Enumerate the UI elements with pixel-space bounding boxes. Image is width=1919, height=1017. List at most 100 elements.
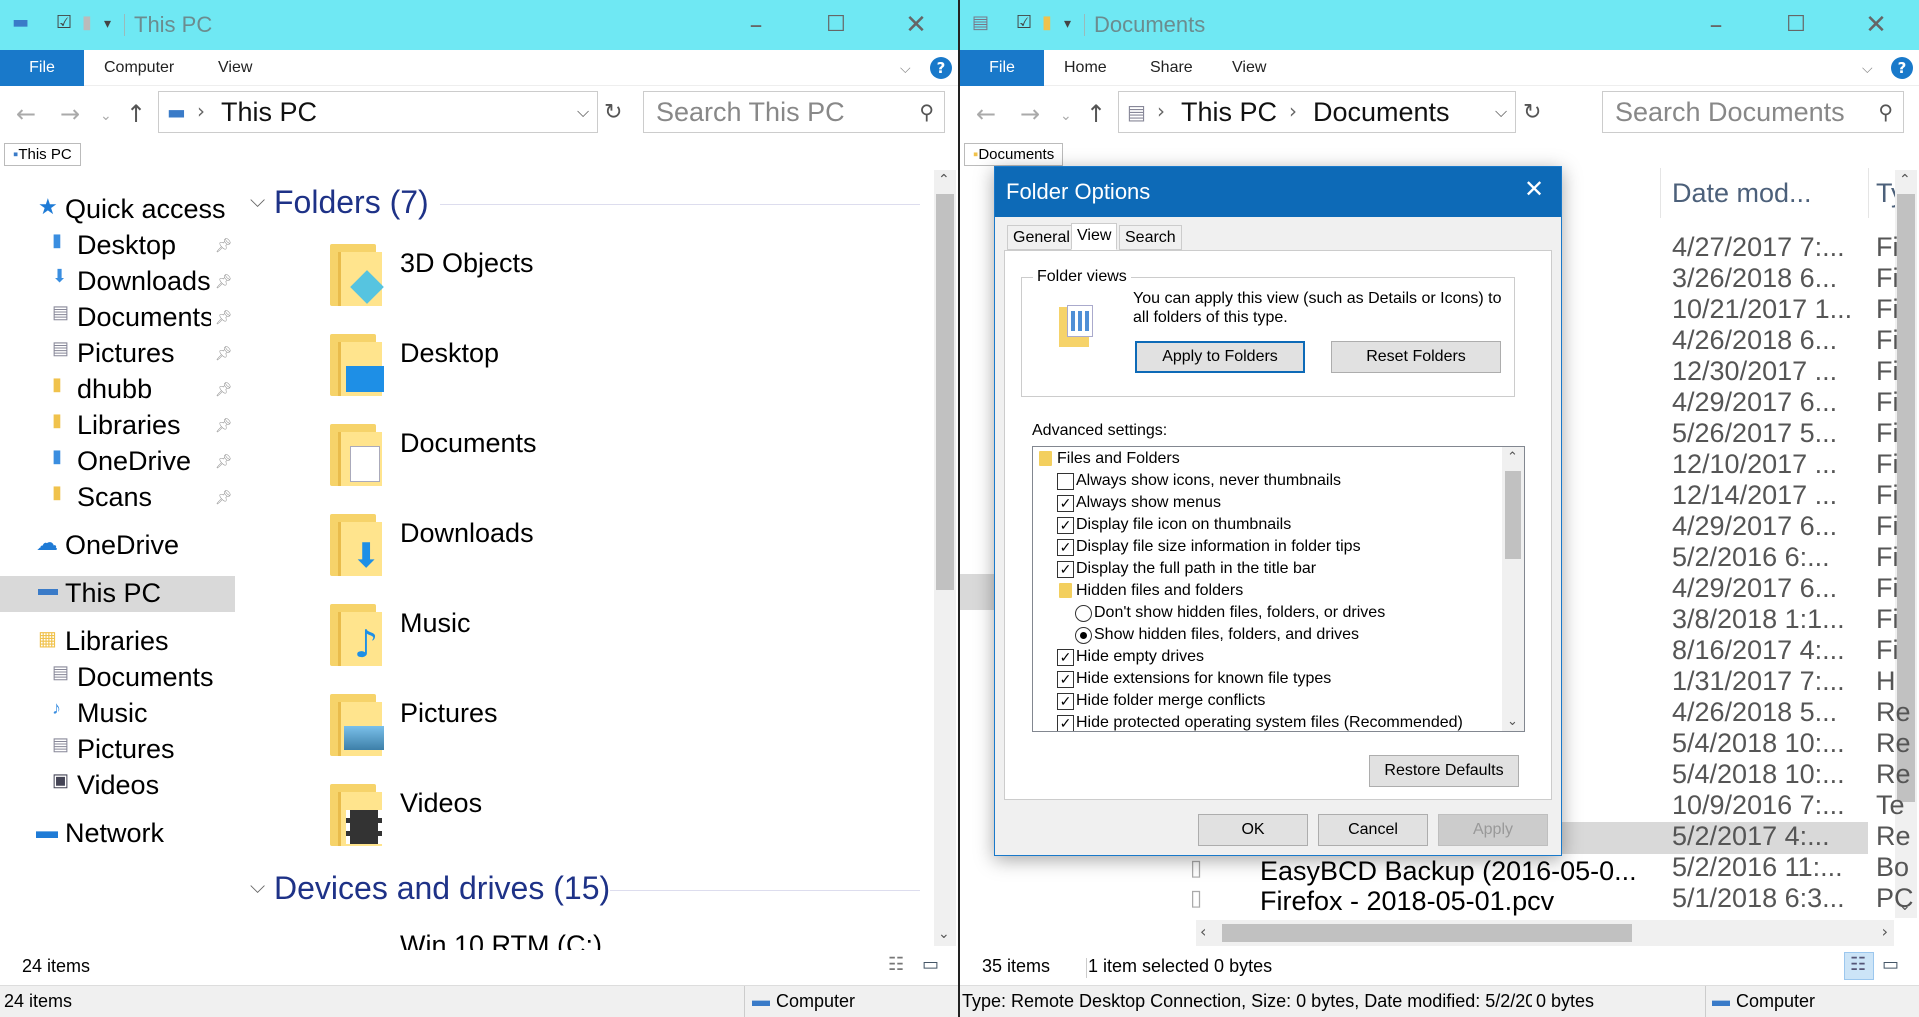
maximize-button[interactable]: ☐ [806,6,866,44]
file-easybcd-backup[interactable]: EasyBCD Backup (2016-05-0... [1260,856,1637,887]
scroll-down-icon[interactable]: ⌄ [938,926,950,942]
advanced-settings-tree[interactable]: ✓ Hide protected operating system files (… [1032,446,1525,732]
setting-row[interactable]: Hidden files and folders [1033,580,1503,602]
tab-general[interactable]: General [1007,225,1076,250]
collapse-group-icon[interactable]: ⌵ [250,874,265,898]
tab-view[interactable]: View [1071,223,1118,250]
expand-ribbon-icon[interactable]: ⌵ [1862,50,1873,86]
apply-to-folders-button[interactable]: Apply to Folders [1135,341,1305,373]
drive-c-label[interactable]: Win 10 RTM (C:) [400,930,602,950]
folder-videos[interactable]: Videos [400,788,482,819]
scroll-right-icon[interactable]: › [1882,922,1888,941]
up-icon[interactable]: ↑ [126,100,146,128]
folder-pictures[interactable]: Pictures [400,698,498,729]
h-scroll-thumb[interactable] [1222,924,1632,942]
tree-scroll-thumb[interactable] [1505,471,1521,559]
address-bar[interactable]: ▬ › This PC ⌵ [158,91,598,133]
setting-row[interactable]: ✓ Hide extensions for known file types [1033,668,1503,690]
checkbox-unchecked[interactable] [1057,473,1074,490]
setting-row[interactable]: Show hidden files, folders, and drives [1033,624,1503,646]
breadcrumb-tab[interactable]: ▪This PC [4,143,81,166]
refresh-icon[interactable]: ↻ [604,100,622,125]
forward-icon[interactable]: → [60,100,80,128]
tab-view[interactable]: View [1232,50,1266,86]
chevron-right-icon[interactable]: › [1157,99,1165,123]
devices-group-header[interactable]: Devices and drives (15) [274,870,610,907]
chevron-right-icon[interactable]: › [1289,99,1297,123]
details-view-icon[interactable]: ☷ [888,954,904,975]
setting-row[interactable]: ✓ Display file icon on thumbnails [1033,514,1503,536]
radio-unselected[interactable] [1075,605,1092,622]
setting-row[interactable]: Don't show hidden files, folders, or dri… [1033,602,1503,624]
tab-view[interactable]: View [218,50,252,86]
search-input[interactable]: Search Documents ⚲ [1602,91,1904,133]
minimize-button[interactable]: – [1686,6,1746,44]
tab-share[interactable]: Share [1150,50,1193,86]
folder-desktop[interactable]: Desktop [400,338,499,369]
help-icon[interactable]: ? [1891,57,1913,79]
forward-icon[interactable]: → [1020,100,1040,128]
address-dropdown-icon[interactable]: ⌵ [577,102,589,122]
reset-folders-button[interactable]: Reset Folders [1331,341,1501,373]
search-input[interactable]: Search This PC ⚲ [643,91,945,133]
checkbox-checked[interactable]: ✓ [1057,693,1074,710]
horizontal-scrollbar[interactable]: ‹ › [1196,920,1894,946]
setting-row[interactable]: ✓ Display the full path in the title bar [1033,558,1503,580]
chevron-right-icon[interactable]: › [197,99,205,123]
checkbox-checked[interactable]: ✓ [1057,517,1074,534]
checkbox-checked[interactable]: ✓ [1057,495,1074,512]
address-dropdown-icon[interactable]: ⌵ [1495,102,1507,122]
up-icon[interactable]: ↑ [1086,100,1106,128]
downloads-folder-icon[interactable]: ⬇ [328,514,386,576]
back-icon[interactable]: ← [16,100,36,128]
setting-row[interactable]: Always show icons, never thumbnails [1033,470,1503,492]
tab-home[interactable]: Home [1064,50,1107,86]
maximize-button[interactable]: ☐ [1766,6,1826,44]
dialog-close-button[interactable]: ✕ [1519,175,1549,204]
dialog-title-bar[interactable]: Folder Options [995,167,1561,217]
breadcrumb-tab[interactable]: ▪Documents [964,143,1064,166]
tab-file[interactable]: File [960,50,1044,86]
title-bar[interactable]: ▤ ☑ ▮ ▾ Documents – ☐ ✕ [960,0,1919,50]
large-icons-view-icon[interactable]: ▭ [922,954,939,975]
close-button[interactable]: ✕ [886,6,946,44]
checkbox-checked[interactable]: ✓ [1057,671,1074,688]
setting-row[interactable]: ✓ Hide folder merge conflicts [1033,690,1503,712]
pictures-folder-icon[interactable] [328,694,386,756]
address-segment-documents[interactable]: Documents [1313,97,1450,128]
new-folder-icon[interactable]: ▮ [1042,12,1052,33]
scroll-left-icon[interactable]: ‹ [1200,922,1206,941]
music-folder-icon[interactable]: ♪ [328,604,386,666]
recent-locations-icon[interactable]: ⌄ [100,108,112,124]
folder-music[interactable]: Music [400,608,471,639]
recent-locations-icon[interactable]: ⌄ [1060,108,1072,124]
checkbox-checked[interactable]: ✓ [1057,715,1074,731]
checkbox-checked[interactable]: ✓ [1057,649,1074,666]
tab-search[interactable]: Search [1119,225,1182,250]
cancel-button[interactable]: Cancel [1318,814,1428,846]
checkbox-checked[interactable]: ✓ [1057,561,1074,578]
refresh-icon[interactable]: ↻ [1523,100,1541,125]
setting-row[interactable]: ✓ Always show menus [1033,492,1503,514]
radio-selected[interactable] [1075,627,1092,644]
new-folder-icon[interactable]: ▮ [82,12,92,33]
customize-qat-icon[interactable]: ▾ [1064,16,1071,32]
scroll-thumb[interactable] [936,194,954,590]
desktop-folder-icon[interactable] [328,334,386,396]
expand-ribbon-icon[interactable]: ⌵ [900,50,911,86]
title-bar[interactable]: ▬ ☑ ▮ ▾ This PC – ☐ ✕ [0,0,958,50]
setting-row[interactable]: ✓ Hide empty drives [1033,646,1503,668]
details-view-icon[interactable]: ☷ [1850,954,1866,975]
folder-documents[interactable]: Documents [400,428,537,459]
checkbox-checked[interactable]: ✓ [1057,539,1074,556]
address-segment-this-pc[interactable]: This PC [1181,97,1277,128]
setting-row[interactable]: ✓ Display file size information in folder… [1033,536,1503,558]
scroll-up-icon[interactable]: ⌃ [1507,449,1518,465]
ok-button[interactable]: OK [1198,814,1308,846]
folders-group-header[interactable]: Folders (7) [274,184,429,221]
help-icon[interactable]: ? [930,57,952,79]
documents-folder-icon[interactable] [328,424,386,486]
videos-folder-icon[interactable] [328,784,386,846]
folder-downloads[interactable]: Downloads [400,518,534,549]
address-bar[interactable]: ▤ › This PC › Documents ⌵ [1118,91,1516,133]
